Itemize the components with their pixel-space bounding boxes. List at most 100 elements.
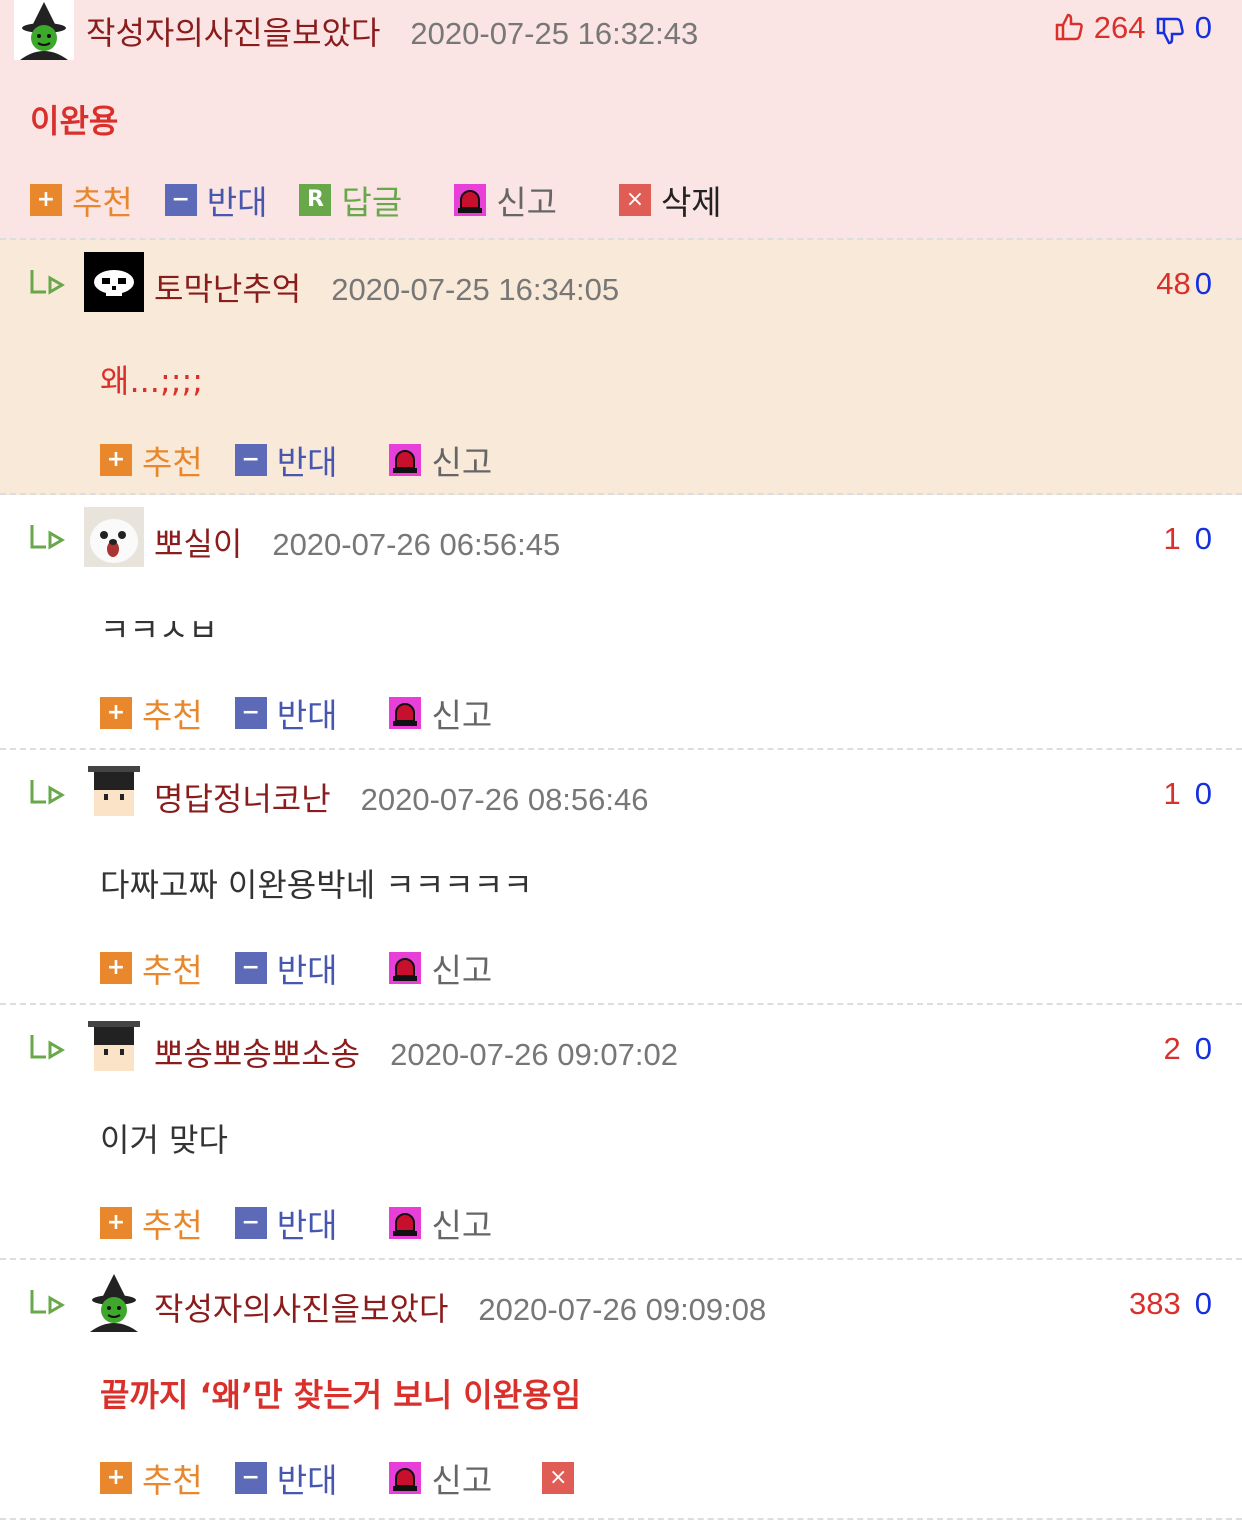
comment-actions: + 추천 − 반대 신고: [100, 436, 524, 484]
nickname[interactable]: 명답정너코난 2020-07-26 08:56:46: [154, 774, 649, 820]
reply-arrow-icon: [30, 780, 65, 805]
comment-header: 작성자의사진을보았다 2020-07-25 16:32:43 264 0: [0, 0, 1242, 76]
recommend-button[interactable]: + 추천: [100, 944, 203, 992]
oppose-button[interactable]: − 반대: [234, 944, 337, 992]
close-icon: ×: [618, 184, 651, 216]
upvote-count: 1: [1163, 521, 1181, 556]
nickname[interactable]: 작성자의사진을보았다 2020-07-25 16:32:43: [86, 8, 698, 54]
siren-icon: [389, 1207, 422, 1239]
recommend-button[interactable]: + 추천: [100, 436, 203, 484]
comment-header: 뽀송뽀송뽀소송 2020-07-26 09:07:02 20: [0, 1005, 1242, 1095]
thumbs-up-icon[interactable]: [1053, 11, 1085, 43]
minus-icon: −: [234, 952, 267, 984]
upvote-count: 2: [1163, 1031, 1181, 1066]
comment-actions: + 추천 − 반대 신고: [100, 1199, 524, 1247]
delete-button[interactable]: ×: [542, 1462, 584, 1494]
avatar[interactable]: [84, 762, 144, 822]
minus-icon: −: [234, 697, 267, 729]
oppose-button[interactable]: − 반대: [234, 1199, 337, 1247]
avatar[interactable]: [84, 1272, 144, 1332]
plus-icon: +: [100, 444, 132, 476]
avatar[interactable]: [84, 507, 144, 567]
report-button[interactable]: 신고: [389, 689, 492, 737]
comment-date: 2020-07-26 08:56:46: [360, 782, 649, 817]
nickname[interactable]: 뽀실이 2020-07-26 06:56:45: [154, 519, 560, 565]
siren-icon: [389, 952, 422, 984]
delete-button[interactable]: × 삭제: [618, 176, 722, 224]
report-button[interactable]: 신고: [389, 436, 492, 484]
downvote-count: 0: [1194, 1031, 1212, 1066]
report-button[interactable]: 신고: [389, 944, 492, 992]
vote-counts: 10: [1164, 776, 1213, 812]
comment-content: 이거 맞다: [100, 1121, 228, 1159]
vote-counts: 264 0: [1053, 10, 1212, 47]
close-icon: ×: [542, 1462, 575, 1494]
reply-button[interactable]: R 답글: [299, 176, 402, 224]
comment-header: 명답정너코난 2020-07-26 08:56:46 10: [0, 750, 1242, 840]
plus-icon: +: [100, 1207, 132, 1239]
report-button[interactable]: 신고: [389, 1454, 492, 1502]
minus-icon: −: [234, 1462, 267, 1494]
comment-date: 2020-07-25 16:34:05: [331, 272, 620, 307]
comment-content: ㅋㅋㅅㅂ: [100, 611, 218, 649]
nickname[interactable]: 뽀송뽀송뽀소송 2020-07-26 09:07:02: [154, 1029, 678, 1075]
siren-icon: [389, 697, 422, 729]
comment-header: 뽀실이 2020-07-26 06:56:45 10: [0, 495, 1242, 585]
siren-icon: [389, 1462, 422, 1494]
upvote-count: 264: [1093, 10, 1146, 45]
downvote-count: 0: [1194, 521, 1212, 556]
siren-icon: [454, 184, 487, 216]
report-button[interactable]: 신고: [454, 176, 557, 224]
nickname[interactable]: 토막난추억 2020-07-25 16:34:05: [154, 264, 619, 310]
downvote-count: 0: [1194, 776, 1212, 811]
comment-date: 2020-07-26 09:07:02: [390, 1037, 678, 1072]
comment-content: 왜...;;;;: [100, 362, 204, 400]
vote-counts: 383 0: [1129, 1286, 1212, 1322]
plus-icon: +: [100, 952, 132, 984]
comment-content: 다짜고짜 이완용박네 ㅋㅋㅋㅋㅋ: [100, 866, 533, 904]
report-button[interactable]: 신고: [389, 1199, 492, 1247]
upvote-count: 383: [1129, 1286, 1181, 1321]
thumbs-down-icon[interactable]: [1154, 15, 1186, 47]
avatar[interactable]: [84, 1017, 144, 1077]
reply-arrow-icon: [30, 270, 65, 295]
nickname[interactable]: 작성자의사진을보았다 2020-07-26 09:09:08: [154, 1284, 766, 1330]
recommend-button[interactable]: + 추천: [100, 1199, 203, 1247]
reply-comment: 토막난추억 2020-07-25 16:34:05 48 0 왜...;;;; + 추…: [0, 240, 1242, 495]
avatar[interactable]: [84, 252, 144, 312]
recommend-button[interactable]: + 추천: [100, 689, 203, 737]
comment-date: 2020-07-26 06:56:45: [272, 527, 561, 562]
minus-icon: −: [234, 444, 267, 476]
plus-icon: +: [100, 1462, 132, 1494]
reply-comment: 뽀실이 2020-07-26 06:56:45 10 ㅋㅋㅅㅂ + 추천 − 반대 신…: [0, 495, 1242, 750]
reply-r-icon: R: [299, 184, 332, 216]
downvote-count: 0: [1194, 1286, 1212, 1321]
recommend-button[interactable]: + 추천: [30, 176, 133, 224]
siren-icon: [389, 444, 422, 476]
comment-date: 2020-07-25 16:32:43: [410, 16, 699, 51]
recommend-button[interactable]: + 추천: [100, 1454, 203, 1502]
plus-icon: +: [30, 184, 62, 216]
upvote-count: 48: [1156, 266, 1191, 301]
comment-actions: + 추천 − 반대 R 답글 신고 × 삭제: [30, 176, 754, 224]
oppose-button[interactable]: − 반대: [234, 1454, 337, 1502]
oppose-button[interactable]: − 반대: [234, 689, 337, 737]
vote-counts: 20: [1164, 1031, 1213, 1067]
comment-actions: + 추천 − 반대 신고: [100, 944, 524, 992]
comment-content: 끝까지 ‘왜’만 찾는거 보니 이완용임: [100, 1376, 582, 1414]
reply-arrow-icon: [30, 525, 65, 550]
vote-counts: 48 0: [1156, 266, 1212, 302]
comment-date: 2020-07-26 09:09:08: [478, 1292, 767, 1327]
comment-content: 이완용: [30, 102, 119, 140]
vote-counts: 10: [1164, 521, 1213, 557]
reply-arrow-icon: [30, 1035, 65, 1060]
reply-comment: 작성자의사진을보았다 2020-07-26 09:09:08 383 0 끝까지 ‘…: [0, 1260, 1242, 1520]
comment-header: 토막난추억 2020-07-25 16:34:05 48 0: [0, 240, 1242, 330]
avatar[interactable]: [14, 0, 74, 60]
oppose-button[interactable]: − 반대: [164, 176, 267, 224]
reply-arrow-icon: [30, 1290, 65, 1315]
reply-comment: 뽀송뽀송뽀소송 2020-07-26 09:07:02 20 이거 맞다 + 추천 …: [0, 1005, 1242, 1260]
minus-icon: −: [164, 184, 197, 216]
oppose-button[interactable]: − 반대: [234, 436, 337, 484]
reply-comment: 명답정너코난 2020-07-26 08:56:46 10 다짜고짜 이완용박네 …: [0, 750, 1242, 1005]
